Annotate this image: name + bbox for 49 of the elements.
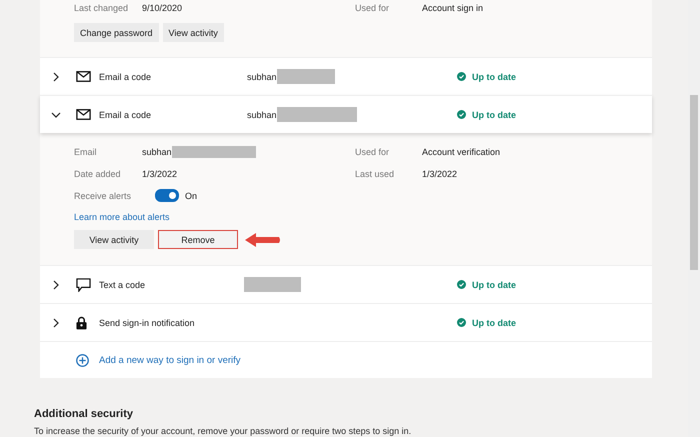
chevron-icon[interactable] bbox=[51, 280, 61, 290]
check-circle-icon bbox=[457, 318, 466, 327]
field-value: Account verification bbox=[422, 147, 500, 157]
toggle-label: Receive alerts bbox=[74, 190, 132, 200]
envelope-icon bbox=[76, 71, 91, 82]
action-button[interactable]: Remove bbox=[158, 230, 238, 249]
field-label: Used for bbox=[355, 147, 390, 157]
check-circle-icon bbox=[457, 280, 466, 289]
field-value: 9/10/2020 bbox=[142, 3, 184, 13]
field-value: subhan bbox=[142, 147, 172, 157]
method-row[interactable]: Email a code subhan Up to date bbox=[40, 95, 652, 133]
action-button[interactable]: View activity bbox=[74, 230, 154, 249]
status-text: Up to date bbox=[472, 280, 516, 290]
chevron-icon[interactable] bbox=[51, 318, 61, 328]
add-method-link[interactable]: Add a new way to sign in or verify bbox=[99, 354, 241, 366]
chevron-icon[interactable] bbox=[51, 72, 61, 82]
method-value: subhan bbox=[247, 72, 277, 82]
method-name: Email a code bbox=[99, 72, 152, 82]
field-label: Last changed bbox=[74, 3, 130, 13]
field-value: 1/3/2022 bbox=[422, 169, 458, 179]
toggle-state: On bbox=[185, 190, 198, 200]
envelope-icon bbox=[76, 109, 91, 120]
alerts-link[interactable]: Learn more about alerts bbox=[74, 212, 170, 222]
check-circle-icon bbox=[457, 110, 466, 119]
field-label: Date added bbox=[74, 169, 122, 179]
field-label: Email bbox=[74, 147, 98, 157]
method-value: subhan bbox=[247, 110, 277, 120]
section-description: To increase the security of your account, remove your password or require two steps to sign in. bbox=[34, 426, 412, 436]
field-value: 1/3/2022 bbox=[142, 169, 178, 179]
method-name: Text a code bbox=[99, 280, 146, 290]
section-heading: Additional security bbox=[34, 408, 134, 420]
field-label: Last used bbox=[355, 169, 396, 179]
method-name: Email a code bbox=[99, 110, 152, 120]
speech-bubble-icon bbox=[76, 278, 91, 292]
check-circle-icon bbox=[457, 72, 466, 81]
status-text: Up to date bbox=[472, 318, 516, 328]
toggle-switch[interactable] bbox=[155, 189, 179, 202]
method-name: Send sign-in notification bbox=[99, 318, 196, 328]
field-value: Account sign in bbox=[422, 3, 484, 13]
status-text: Up to date bbox=[472, 110, 516, 120]
action-button[interactable]: Change password bbox=[74, 23, 159, 42]
pointer-arrow bbox=[244, 232, 282, 248]
scrollbar-thumb[interactable] bbox=[690, 95, 698, 270]
chevron-icon[interactable] bbox=[51, 110, 61, 120]
action-button[interactable]: View activity bbox=[162, 23, 224, 42]
plus-circle-icon bbox=[76, 354, 89, 366]
padlock-icon bbox=[76, 316, 87, 330]
status-text: Up to date bbox=[472, 72, 516, 82]
field-label: Used for bbox=[355, 3, 390, 13]
